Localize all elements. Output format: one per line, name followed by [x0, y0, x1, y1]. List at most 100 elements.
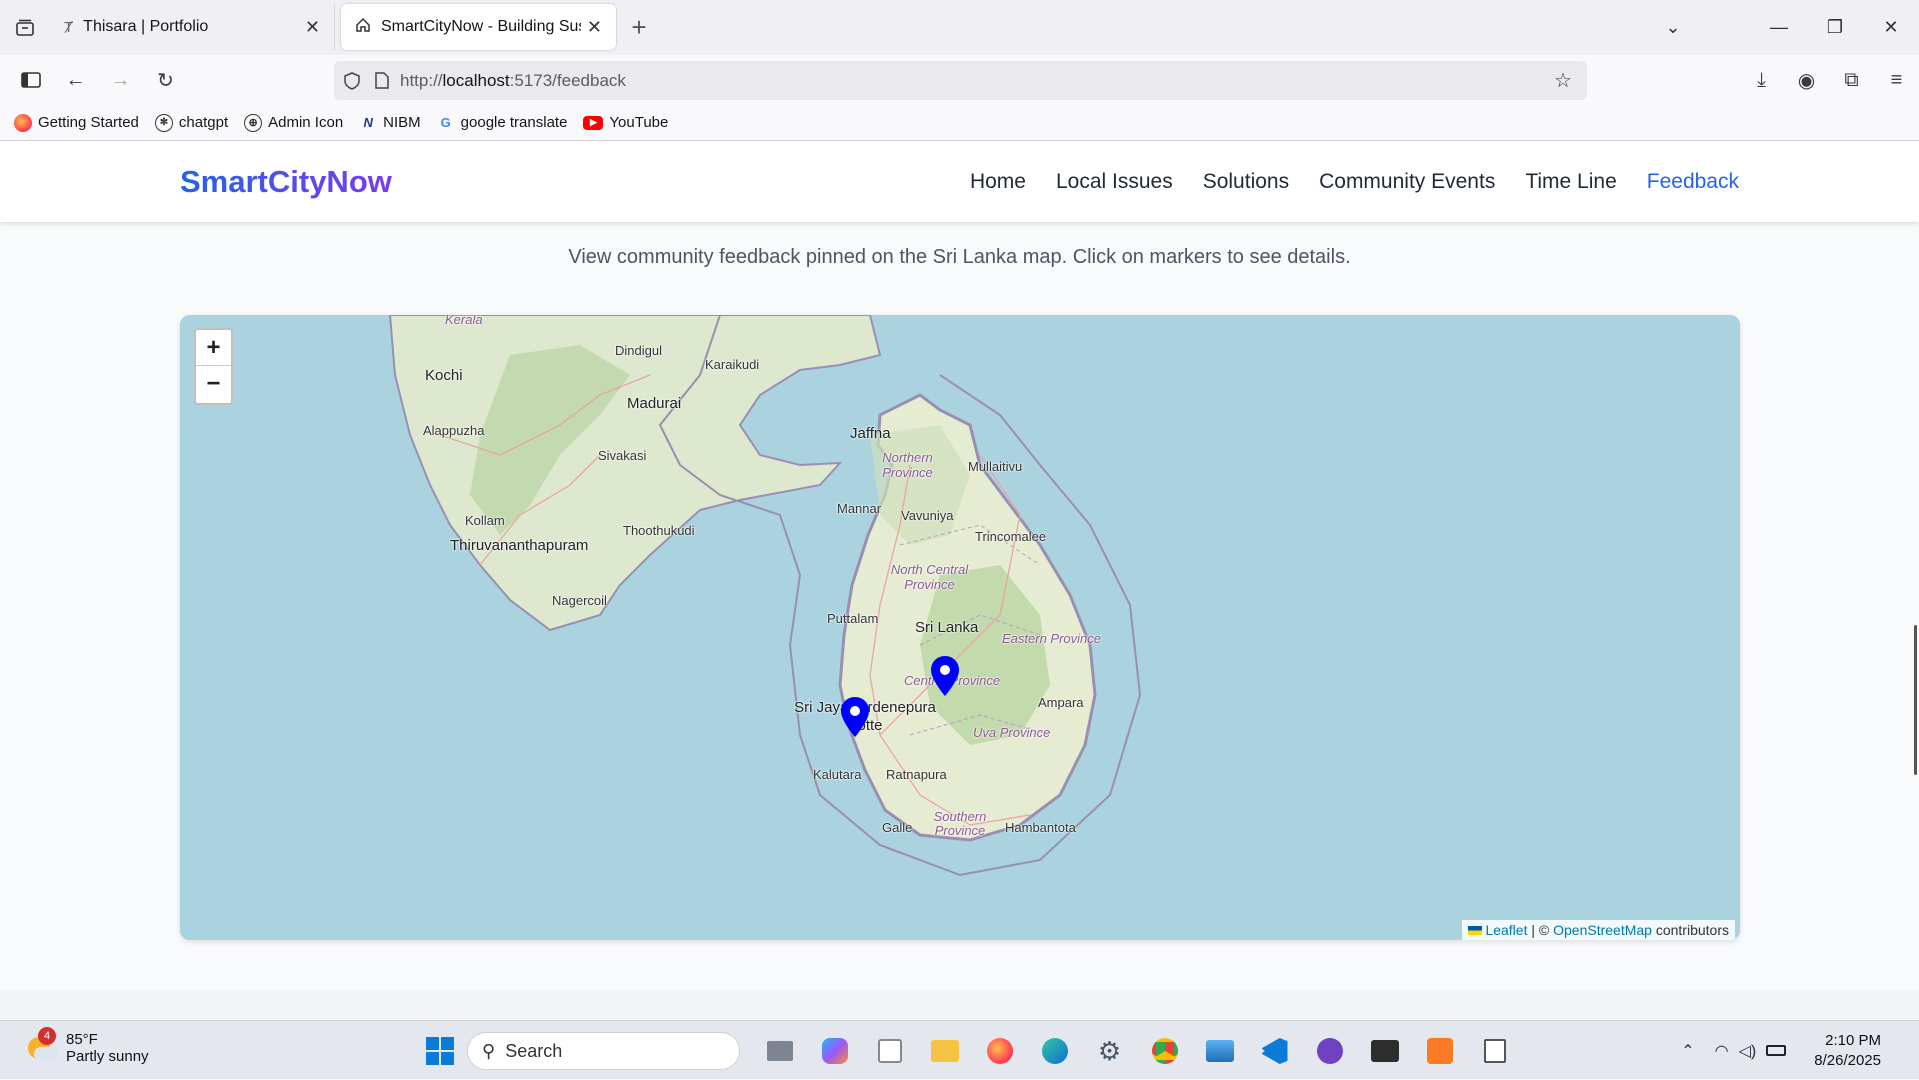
google-icon: G: [440, 115, 451, 130]
forward-icon[interactable]: →: [98, 60, 143, 100]
zoom-out-button[interactable]: −: [196, 366, 231, 402]
snipping-tool-icon[interactable]: [1467, 1031, 1522, 1071]
map-label: North Central Province: [890, 562, 969, 592]
map-label: Trincomalee: [975, 529, 1047, 544]
clock-date: 8/26/2025: [1814, 1051, 1881, 1069]
firefox-taskbar-icon[interactable]: [972, 1031, 1027, 1071]
close-window-icon[interactable]: ✕: [1863, 0, 1919, 55]
page-footer-strip: [0, 990, 1919, 1020]
nav-home[interactable]: Home: [970, 170, 1026, 194]
bookmark-chatgpt[interactable]: ✻ chatgpt: [154, 113, 228, 132]
zoom-in-button[interactable]: +: [196, 330, 231, 366]
account-icon[interactable]: ◉: [1784, 55, 1829, 105]
browser-toolbar: ← → ↻ http://localhost:5173/feedback ☆ ⤓…: [0, 55, 1919, 105]
bookmarks-bar: Getting Started ✻ chatgpt ⊕ Admin Icon N NI…: [0, 105, 1919, 141]
settings-icon[interactable]: ⚙: [1082, 1031, 1137, 1071]
volume-icon[interactable]: ◁): [1739, 1041, 1757, 1061]
bookmark-label: google translate: [460, 114, 568, 131]
map-label: Kerala: [445, 315, 483, 327]
tab-portfolio[interactable]: Ⱦ Thisara | Portfolio ✕: [50, 4, 335, 50]
bookmark-admin-icon[interactable]: ⊕ Admin Icon: [244, 113, 344, 132]
map-label: Sivakasi: [598, 448, 647, 463]
map-label: Mullaitivu: [968, 459, 1023, 474]
file-explorer-icon[interactable]: [917, 1031, 972, 1071]
new-tab-button[interactable]: +: [616, 4, 662, 50]
menu-icon[interactable]: ≡: [1874, 55, 1919, 105]
bookmark-google-translate[interactable]: Ggoogle translate: [437, 114, 568, 132]
map-label: Hambantota: [1005, 820, 1076, 835]
site-logo[interactable]: SmartCityNow: [180, 164, 392, 200]
ukraine-flag-icon: [1468, 926, 1483, 935]
task-view-icon[interactable]: [752, 1031, 807, 1071]
terminal-icon[interactable]: [1357, 1031, 1412, 1071]
microsoft-store-icon[interactable]: [862, 1031, 917, 1071]
map-label: Mannar: [837, 501, 882, 516]
close-tab-icon[interactable]: ✕: [587, 17, 602, 38]
globe-icon: ⊕: [244, 113, 263, 132]
bookmark-label: Admin Icon: [268, 114, 344, 131]
bookmark-star-icon[interactable]: ☆: [1545, 68, 1581, 93]
taskbar-search[interactable]: ⚲ Search: [467, 1032, 740, 1070]
sidebar-toggle-icon[interactable]: [8, 60, 53, 100]
taskbar-clock[interactable]: 2:10 PM 8/26/2025: [1814, 1031, 1881, 1071]
nav-time-line[interactable]: Time Line: [1525, 170, 1616, 194]
weather-condition: Partly sunny: [66, 1048, 149, 1065]
back-icon[interactable]: ←: [53, 60, 98, 100]
bookmark-youtube[interactable]: ▶ YouTube: [583, 114, 668, 131]
zoom-control: + −: [194, 328, 233, 405]
restore-icon[interactable]: ❐: [1807, 0, 1863, 55]
chatgpt-icon: ✻: [154, 113, 173, 132]
osm-link[interactable]: OpenStreetMap: [1553, 922, 1652, 938]
tab-overview-icon[interactable]: [0, 0, 50, 55]
close-tab-icon[interactable]: ✕: [305, 17, 320, 38]
github-desktop-icon[interactable]: [1302, 1031, 1357, 1071]
downloads-icon[interactable]: ⤓: [1739, 55, 1784, 105]
nav-feedback[interactable]: Feedback: [1647, 170, 1739, 194]
scrollbar-thumb[interactable]: [1914, 625, 1917, 775]
copilot-icon[interactable]: [807, 1031, 862, 1071]
map-label: Nagercoil: [552, 593, 607, 608]
nav-solutions[interactable]: Solutions: [1203, 170, 1289, 194]
map-pin-icon: [931, 656, 959, 696]
leaflet-link[interactable]: Leaflet: [1485, 922, 1527, 938]
tab-list-chevron-icon[interactable]: ⌄: [1645, 0, 1701, 55]
reload-icon[interactable]: ↻: [143, 60, 188, 100]
shield-icon[interactable]: [334, 71, 370, 90]
extensions-icon[interactable]: ⧉: [1829, 55, 1874, 105]
nav-community-events[interactable]: Community Events: [1319, 170, 1495, 194]
minimize-icon[interactable]: —: [1751, 0, 1807, 55]
map-attribution: Leaflet | © OpenStreetMap contributors: [1462, 920, 1735, 940]
map-label: Uva Province: [973, 725, 1051, 740]
nav-local-issues[interactable]: Local Issues: [1056, 170, 1173, 194]
bookmark-label: NIBM: [383, 114, 421, 131]
toolbar-right: ⤓ ◉ ⧉ ≡: [1739, 55, 1919, 105]
chrome-icon[interactable]: [1137, 1031, 1192, 1071]
map-label: Northern Province: [882, 450, 933, 480]
chevron-up-icon[interactable]: ⌃: [1681, 1041, 1694, 1061]
map-label: Ratnapura: [886, 767, 947, 782]
tab-title: SmartCityNow - Building Sustai: [381, 18, 581, 35]
firefox-icon: [14, 113, 32, 132]
address-bar[interactable]: http://localhost:5173/feedback ☆: [334, 61, 1587, 100]
page-info-icon[interactable]: [370, 72, 394, 89]
map-label: Thoothukudi: [623, 523, 695, 538]
wifi-icon[interactable]: ◠: [1715, 1041, 1729, 1061]
bookmark-nibm[interactable]: N NIBM: [359, 114, 421, 132]
portfolio-favicon-icon: Ⱦ: [64, 18, 74, 36]
feedback-map[interactable]: + − Kerala Dindigul Karaikudi Kochi Madu…: [180, 315, 1740, 940]
weather-widget[interactable]: 4 85°F Partly sunny: [24, 1027, 149, 1065]
vscode-icon[interactable]: [1247, 1031, 1302, 1071]
tab-smartcitynow[interactable]: SmartCityNow - Building Sustai ✕: [341, 4, 616, 50]
map-label: Eastern Province: [1002, 631, 1101, 646]
windows-start-icon[interactable]: [412, 1031, 467, 1071]
bookmark-getting-started[interactable]: Getting Started: [14, 113, 139, 132]
edge-icon[interactable]: [1027, 1031, 1082, 1071]
xampp-icon[interactable]: [1412, 1031, 1467, 1071]
map-label: Galle: [882, 820, 913, 835]
map-label: Kollam: [465, 513, 505, 528]
photos-icon[interactable]: [1192, 1031, 1247, 1071]
battery-icon[interactable]: [1766, 1045, 1787, 1056]
map-pin-icon: [841, 697, 869, 737]
taskbar-apps: [412, 1031, 467, 1071]
clock-time: 2:10 PM: [1825, 1031, 1881, 1049]
